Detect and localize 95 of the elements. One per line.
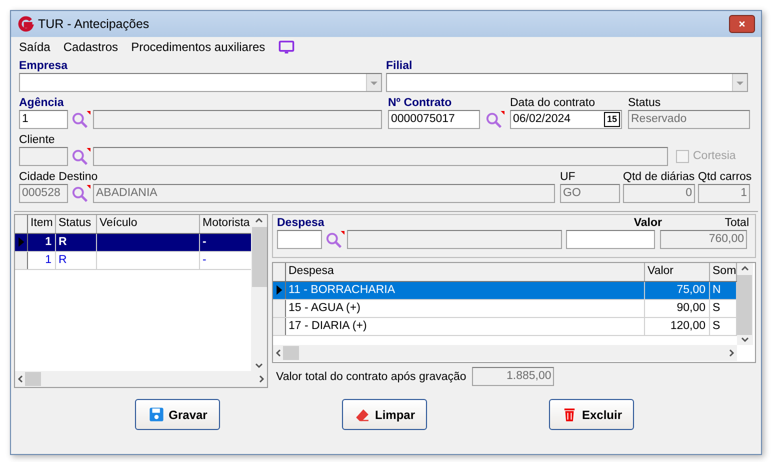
field-label: Qtd carros [698,170,752,184]
quantity-field[interactable]: 0 [623,184,695,203]
name-field[interactable]: ABADIANIA [93,184,555,203]
code-field[interactable] [277,230,322,249]
row-pointer-icon [16,236,25,248]
table-cell: 1 [27,233,55,252]
field-label: Data do contrato [510,96,596,110]
horizontal-scrollbar[interactable] [15,371,267,387]
total-field[interactable]: 1.885,00 [472,367,554,386]
table-row[interactable]: 17 - DIARIA (+) 120,00 S [273,318,736,336]
table-cell: 17 - DIARIA (+) [285,318,644,336]
scroll-up-icon[interactable] [254,215,264,225]
scroll-down-icon[interactable] [740,335,750,345]
column-header[interactable]: Valor [644,263,709,281]
table-row[interactable]: 11 - BORRACHARIA 75,00 N [273,281,736,300]
table-row[interactable]: 1 R - [15,233,252,252]
field-label: Cidade Destino [19,170,99,184]
column-header[interactable]: Status [55,215,96,233]
scrollbar-thumb[interactable] [737,275,752,335]
column-header[interactable]: Despesa [285,263,644,281]
field-label: Total [724,216,749,230]
contract-number-field[interactable]: 0000075017 [388,110,480,129]
scrollbar-thumb[interactable] [283,346,299,360]
scroll-left-icon[interactable] [15,374,25,384]
code-field[interactable]: 000528 [19,184,68,203]
close-button[interactable] [729,15,755,33]
search-icon[interactable] [324,230,346,249]
field-label: Cliente [19,133,56,147]
date-field[interactable]: 06/02/2024 15 [510,110,622,129]
table-cell: 120,00 [644,318,709,336]
table-cell: R [55,233,96,252]
table-cell: N [709,281,736,300]
table-cell: 15 - AGUA (+) [285,299,644,318]
table-cell: 11 - BORRACHARIA [285,281,644,300]
action-button[interactable]: Limpar [342,399,427,430]
search-icon[interactable] [70,184,92,203]
field-label: Qtd de diárias [623,170,695,184]
search-icon[interactable] [70,110,92,129]
dropdown-field[interactable] [19,73,382,92]
dropdown-field[interactable] [386,73,748,92]
table-cell: R [55,251,96,270]
table-cell: 1 [27,251,55,270]
name-field[interactable] [93,110,382,129]
field-label: Filial [386,59,414,73]
scroll-right-icon[interactable] [727,348,737,358]
app-logo-icon [17,16,34,32]
column-header[interactable]: Veículo [96,215,199,233]
table-cell: 90,00 [644,299,709,318]
date-value: 06/02/2024 [513,112,571,127]
table-cell: S [709,318,736,336]
field-label: Valor [632,216,662,230]
scroll-right-icon[interactable] [257,374,267,384]
field-label: UF [560,170,576,184]
field-label: Agência [19,96,65,110]
table-cell: S [709,299,736,318]
column-header[interactable]: Motorista [199,215,252,233]
vertical-scrollbar[interactable] [736,263,752,345]
value-field[interactable] [566,230,655,249]
monitor-icon[interactable] [278,38,296,56]
scrollbar-thumb[interactable] [25,372,41,386]
field-label: Nº Contrato [388,96,453,110]
name-field[interactable] [347,230,562,249]
calendar-button[interactable]: 15 [604,112,620,127]
code-field[interactable]: 1 [19,110,68,129]
name-field[interactable] [93,147,668,166]
field-label: Empresa [19,59,69,73]
column-header[interactable]: Som [709,263,736,281]
column-header[interactable]: Item [27,215,55,233]
menu-item[interactable]: Procedimentos auxiliares [131,38,266,56]
window-title: TUR - Antecipações [38,16,150,33]
horizontal-scrollbar[interactable] [273,345,737,361]
field-label: Valor total do contrato após gravação [276,370,466,384]
field-label: Status [628,96,662,110]
action-button[interactable]: Gravar [135,399,220,430]
table-cell: - [199,233,252,252]
scroll-left-icon[interactable] [273,348,283,358]
search-icon[interactable] [484,110,506,129]
search-icon[interactable] [70,147,92,166]
row-pointer-icon [274,284,283,296]
table-cell: 75,00 [644,281,709,300]
action-button[interactable]: Excluir [549,399,634,430]
scroll-up-icon[interactable] [740,263,750,273]
uf-field[interactable]: GO [560,184,620,203]
scroll-down-icon[interactable] [254,361,264,371]
table-row[interactable]: 15 - AGUA (+) 90,00 S [273,299,736,318]
code-field[interactable] [19,147,68,166]
menu-item[interactable]: Cadastros [63,38,118,56]
field-label: Despesa [277,216,326,230]
scrollbar-thumb[interactable] [252,227,267,287]
table-row[interactable]: 1 R - [15,251,252,270]
menu-item[interactable]: Saída [19,38,50,56]
quantity-field[interactable]: 1 [698,184,750,203]
status-field[interactable]: Reservado [628,110,750,129]
vertical-scrollbar[interactable] [251,215,267,371]
total-field[interactable]: 760,00 [660,230,747,249]
